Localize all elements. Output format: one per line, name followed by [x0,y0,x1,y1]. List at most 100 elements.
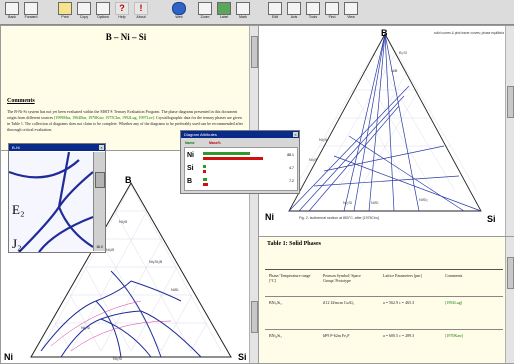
tools-button[interactable]: Tools [304,1,322,23]
value-ni: 88.1 [287,153,294,157]
table-header-cell: Comments [445,273,463,278]
copy-icon [77,2,91,15]
info-icon: ! [134,2,148,15]
zoom-button[interactable]: Zoom [196,1,214,23]
column-header-name: Name [185,141,195,145]
vertex-label-ni: Ni [4,352,13,362]
table-row: BNi₂Si₂ tI12 I4/mcm CuAl₂ a = 562.9 c = … [265,296,503,329]
edit-icon [268,2,282,15]
tracer-curves [50,300,172,352]
phase-label: NiSi [371,200,378,205]
edit-button[interactable]: Edit [266,1,284,23]
table-row: BNi₄Si₂ hP9 P-62m Fe₂P a = 600.5 c = 289… [265,329,503,362]
bar-ni-red [203,157,263,160]
bar-b-red [203,183,208,186]
table-scrollbar[interactable] [505,237,514,363]
help-button[interactable]: ? Help [113,1,131,23]
close-icon[interactable]: × [99,145,104,150]
close-icon[interactable]: × [293,132,298,137]
bar-si-red [203,170,206,173]
reference-link[interactable]: [1999Mas, 1964Bur, 1970Kaw, 1975Chu, 199… [54,115,154,120]
view-icon [344,2,358,15]
zoom-label-e2: E₂ [12,202,24,217]
phase-label: Ni₂B [119,219,127,224]
back-button[interactable]: Back [3,1,21,23]
grid-lines [292,33,478,192]
scroll-thumb[interactable] [507,257,514,289]
element-label-b: B [187,178,193,185]
mark-button[interactable]: Mark [234,1,252,23]
mark-icon [236,2,250,15]
vertex-label-si: Si [238,352,247,362]
web-button[interactable]: Web [170,1,188,23]
phase-boundaries [40,270,202,358]
diagram-caption: Fig. 2: Isothermal section at 850°C, aft… [299,216,379,220]
axis-button[interactable]: Axis [285,1,303,23]
scroll-thumb[interactable] [507,86,514,118]
phase-label: Ni₂B [319,137,327,142]
vertex-label-b: B [125,175,132,185]
help-icon: ? [115,2,129,15]
table-cell-phase: BNi₂Si₂ [269,300,282,305]
document-title: B – Ni – Si [105,32,147,42]
phase-boundaries [288,33,482,212]
back-icon [5,2,19,15]
zoom-window-title: B-Ni [12,145,20,150]
table-cell-pearson: hP9 P-62m Fe₂P [323,333,350,338]
vertex-label-si: Si [487,214,496,224]
label-button[interactable]: Label [215,1,233,23]
phase-label: NiB [391,68,398,73]
solid-phases-table: Phase/ Temperature range [°C] Pearson Sy… [265,269,503,362]
table-header-cell: Pearson Symbol/ Space Group/ Prototype [323,273,361,283]
zoom-label-j2: J₂ [12,236,22,251]
copy-button[interactable]: Copy [75,1,93,23]
dialog-title: Diagram Attributes [184,132,217,137]
diagram-attributes-dialog[interactable]: Diagram Attributes × Name Mass% Ni Si B 8… [180,130,300,194]
zoom-icon [198,2,212,15]
table-cell-lattice: a = 562.9 c = 465.3 [383,300,415,305]
phase-label: Ni₂Si [81,325,90,330]
value-si: 4.7 [289,166,294,170]
print-button[interactable]: Print [56,1,74,23]
find-icon [325,2,339,15]
print-icon [58,2,72,15]
main-toolbar: Back Forward Print Copy Options ? Help ! A… [0,0,514,25]
zoom-slider[interactable]: 16.0 [93,152,105,251]
scroll-thumb[interactable] [251,36,258,68]
phase-label: NiSi₂ [419,197,428,202]
find-button[interactable]: Find [323,1,341,23]
phase-label: Ni₃B [309,157,317,162]
value-b: 7.2 [289,179,294,183]
axis-icon [287,2,301,15]
zoom-slider-handle[interactable] [95,172,105,188]
zoom-window-titlebar[interactable]: B-Ni × [9,144,105,151]
table-cell-phase: BNi₄Si₂ [269,333,282,338]
table-cell-pearson: tI12 I4/mcm CuAl₂ [323,300,354,305]
label-icon [217,2,231,15]
table-cell-comment-link[interactable]: [1992Lug] [445,300,495,305]
table-header-cell: Lattice Parameters [pm] [383,273,422,278]
forward-button[interactable]: Forward [22,1,40,23]
comments-heading: Comments [7,98,35,104]
column-header-mass: Mass% [209,141,221,145]
view-button[interactable]: View [342,1,360,23]
bar-chart: Ni Si B 88.1 4.7 7.2 [184,147,298,191]
options-icon [96,2,110,15]
zoom-window[interactable]: B-Ni × E₂ J₂ 16.0 [8,143,106,253]
forward-icon [24,2,38,15]
about-button[interactable]: ! About [132,1,150,23]
bar-b-green [203,178,207,181]
diagram-top-scrollbar[interactable] [505,26,514,236]
options-button[interactable]: Options [94,1,112,23]
element-label-ni: Ni [187,152,194,159]
phase-label: Ni₂Si [343,200,352,205]
table-cell-lattice: a = 600.5 c = 289.3 [383,333,415,338]
bar-ni-green [203,152,250,155]
phase-label: NiSi [171,287,178,292]
scroll-thumb[interactable] [251,301,258,333]
bar-si-green [203,165,206,168]
tools-icon [306,2,320,15]
dialog-titlebar[interactable]: Diagram Attributes × [181,131,299,138]
table-cell-comment-link[interactable]: [1970Kaw] [445,333,495,338]
axis-label-bottom: Ni₃Si [113,356,122,361]
